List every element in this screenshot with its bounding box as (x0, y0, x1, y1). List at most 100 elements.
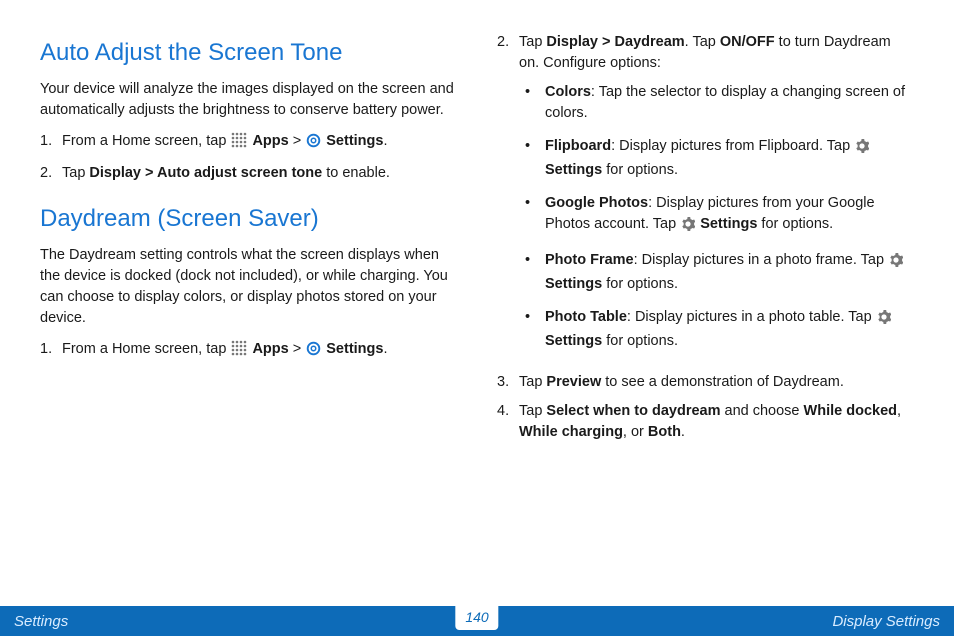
step-item: 3. Tap Preview to see a demonstration of… (497, 372, 914, 393)
apps-icon (231, 132, 247, 155)
option-body: Flipboard: Display pictures from Flipboa… (545, 136, 914, 181)
option-body: Photo Table: Display pictures in a photo… (545, 307, 914, 352)
step-body: Tap Display > Daydream. Tap ON/OFF to tu… (519, 32, 914, 364)
apps-icon (231, 340, 247, 363)
text: . (383, 133, 387, 149)
text: for options. (602, 162, 678, 178)
bullet-icon: • (519, 136, 545, 181)
text: for options. (602, 276, 678, 292)
option-title: Flipboard (545, 138, 611, 154)
separator: > (293, 341, 306, 357)
separator: > (598, 34, 615, 50)
separator: > (141, 165, 157, 181)
settings-label: Settings (545, 276, 602, 292)
text: for options. (602, 333, 678, 349)
step-body: Tap Display > Auto adjust screen tone to… (62, 163, 457, 184)
bold: Both (648, 424, 681, 440)
intro-daydream: The Daydream setting controls what the s… (40, 245, 457, 329)
text: . (383, 341, 387, 357)
option-body: Google Photos: Display pictures from you… (545, 193, 914, 238)
heading-daydream: Daydream (Screen Saver) (40, 202, 457, 237)
gear-icon (681, 217, 695, 238)
text: to see a demonstration of Daydream. (601, 374, 844, 390)
bold: While docked (804, 403, 897, 419)
text: . (681, 424, 685, 440)
text: . Tap (685, 34, 720, 50)
apps-label: Apps (252, 133, 288, 149)
apps-label: Apps (252, 341, 288, 357)
page-number: 140 (455, 602, 498, 630)
option-title: Photo Table (545, 309, 627, 325)
option-title: Google Photos (545, 195, 648, 211)
footer-bar: Settings 140 Display Settings (0, 606, 954, 636)
text: to enable. (322, 165, 390, 181)
bullet-icon: • (519, 307, 545, 352)
step-body: Tap Select when to daydream and choose W… (519, 401, 914, 443)
step-item: 4. Tap Select when to daydream and choos… (497, 401, 914, 443)
intro-auto-adjust: Your device will analyze the images disp… (40, 79, 457, 121)
option-desc: : Display pictures in a photo frame. Tap (634, 252, 888, 268)
text: Tap (519, 34, 546, 50)
settings-label: Settings (545, 333, 602, 349)
option-item: •Google Photos: Display pictures from yo… (519, 193, 914, 238)
steps-auto-adjust: 1. From a Home screen, tap Apps > Settin… (40, 131, 457, 184)
option-title: Colors (545, 84, 591, 100)
steps-daydream: 1. From a Home screen, tap Apps > Settin… (40, 339, 457, 363)
text: Tap (62, 165, 89, 181)
settings-label: Settings (696, 216, 757, 232)
bullet-icon: • (519, 250, 545, 295)
footer-right: Display Settings (832, 613, 940, 630)
step-number: 1. (40, 131, 62, 155)
step-body: From a Home screen, tap Apps > Settings. (62, 131, 457, 155)
heading-auto-adjust: Auto Adjust the Screen Tone (40, 36, 457, 71)
step-item: 1. From a Home screen, tap Apps > Settin… (40, 339, 457, 363)
text: , (897, 403, 901, 419)
text: and choose (720, 403, 803, 419)
step-item: 2. Tap Display > Daydream. Tap ON/OFF to… (497, 32, 914, 364)
right-column: 2. Tap Display > Daydream. Tap ON/OFF to… (497, 32, 914, 600)
steps-daydream-cont: 2. Tap Display > Daydream. Tap ON/OFF to… (497, 32, 914, 443)
left-column: Auto Adjust the Screen Tone Your device … (40, 32, 457, 600)
option-body: Colors: Tap the selector to display a ch… (545, 82, 914, 124)
step-body: From a Home screen, tap Apps > Settings. (62, 339, 457, 363)
bold: While charging (519, 424, 623, 440)
text: , or (623, 424, 648, 440)
daydream-options: •Colors: Tap the selector to display a c… (519, 82, 914, 352)
settings-icon (306, 341, 321, 363)
step-number: 1. (40, 339, 62, 363)
bold: Preview (546, 374, 601, 390)
text: From a Home screen, tap (62, 133, 230, 149)
option-item: •Flipboard: Display pictures from Flipbo… (519, 136, 914, 181)
option-desc: : Display pictures in a photo table. Tap (627, 309, 876, 325)
gear-icon (889, 253, 903, 274)
separator: > (293, 133, 306, 149)
gear-icon (877, 310, 891, 331)
option-desc: : Tap the selector to display a changing… (545, 84, 905, 121)
bold: Select when to daydream (546, 403, 720, 419)
text: From a Home screen, tap (62, 341, 230, 357)
option-desc: : Display pictures from Flipboard. Tap (611, 138, 854, 154)
settings-icon (306, 133, 321, 155)
bold: Daydream (615, 34, 685, 50)
bold: Display (89, 165, 141, 181)
bullet-icon: • (519, 82, 545, 124)
step-number: 3. (497, 372, 519, 393)
bold: Auto adjust screen tone (157, 165, 322, 181)
settings-label: Settings (326, 341, 383, 357)
settings-label: Settings (545, 162, 602, 178)
footer-left: Settings (14, 613, 68, 630)
text: Tap (519, 374, 546, 390)
text: for options. (757, 216, 833, 232)
step-number: 2. (497, 32, 519, 364)
option-item: •Photo Table: Display pictures in a phot… (519, 307, 914, 352)
gear-icon (855, 139, 869, 160)
step-item: 1. From a Home screen, tap Apps > Settin… (40, 131, 457, 155)
step-item: 2. Tap Display > Auto adjust screen tone… (40, 163, 457, 184)
step-number: 4. (497, 401, 519, 443)
step-number: 2. (40, 163, 62, 184)
bullet-icon: • (519, 193, 545, 238)
option-body: Photo Frame: Display pictures in a photo… (545, 250, 914, 295)
page-body: Auto Adjust the Screen Tone Your device … (0, 0, 954, 600)
option-title: Photo Frame (545, 252, 634, 268)
step-body: Tap Preview to see a demonstration of Da… (519, 372, 914, 393)
